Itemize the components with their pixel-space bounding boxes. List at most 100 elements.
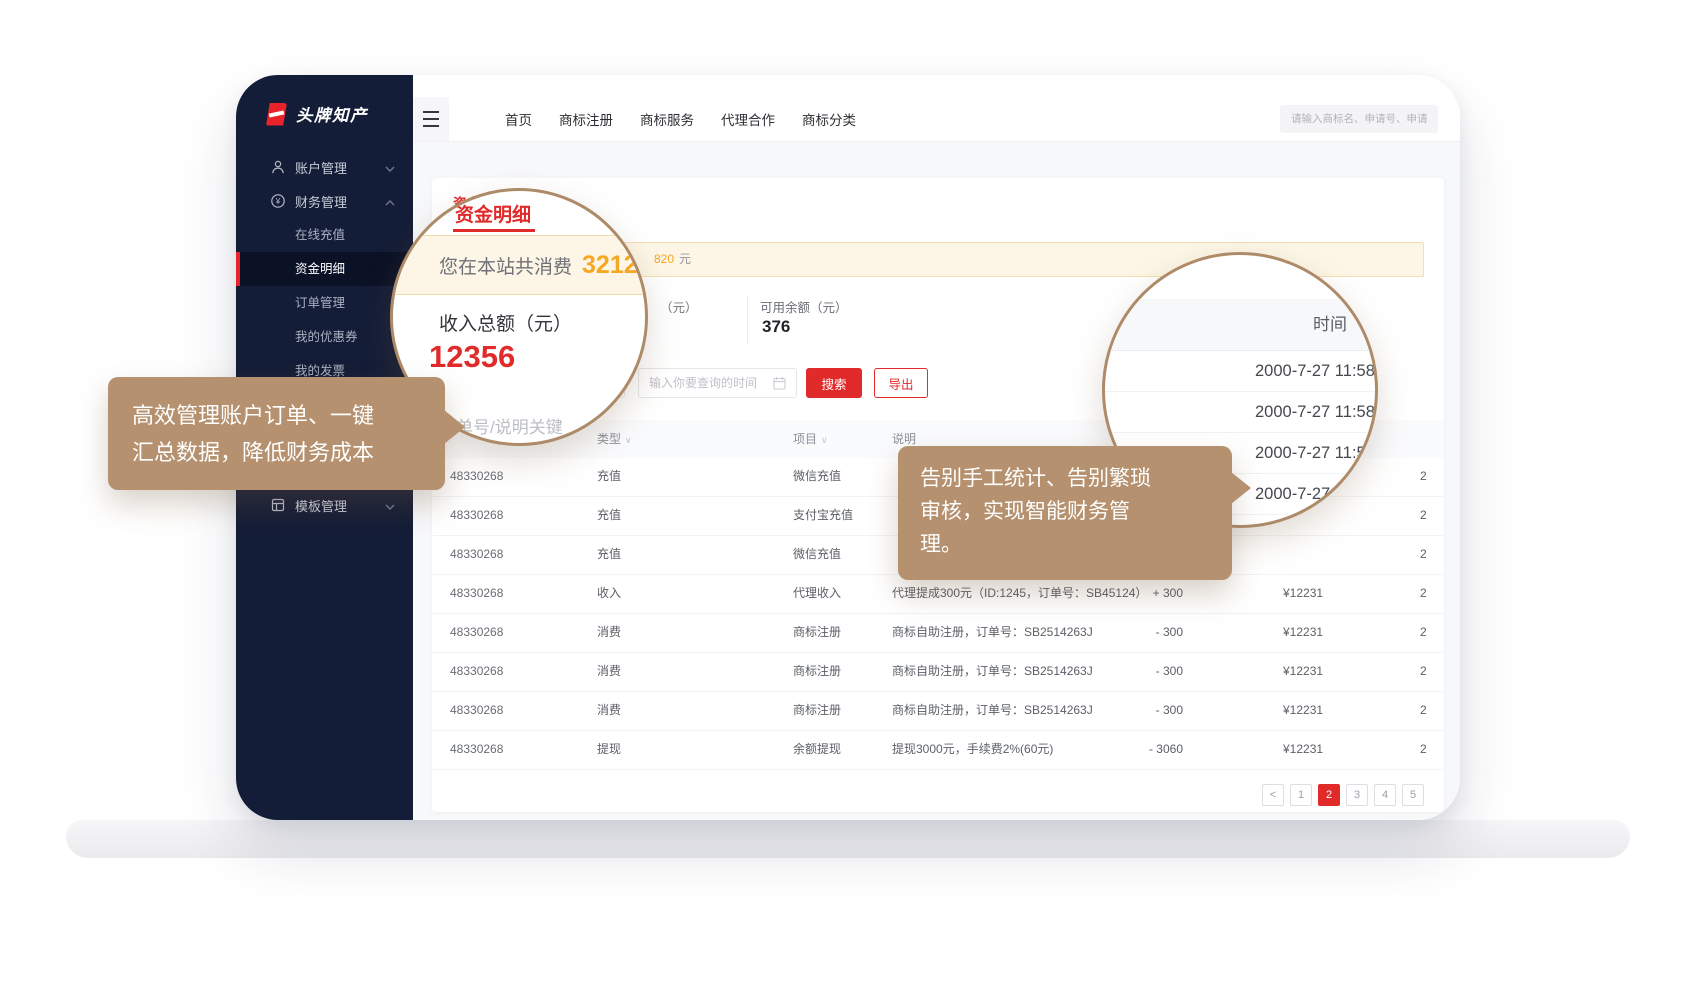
sidebar-item-template[interactable]: 模板管理 [236, 488, 413, 522]
stats-divider [747, 296, 748, 344]
sidebar-item-label: 账户管理 [295, 158, 347, 177]
column-header[interactable]: 类型∨ [597, 420, 632, 459]
callout-line: 汇总数据，降低财务成本 [132, 434, 445, 471]
magnified-time-cell: 2000-7-27 11:58:03 [1105, 351, 1378, 392]
sidebar-item-finance[interactable]: ¥ 财务管理 [236, 184, 413, 218]
sidebar-subitem-item[interactable]: 订单管理 [236, 286, 413, 320]
cell-order: 48330268 [450, 575, 503, 612]
header-search-input[interactable] [1280, 105, 1438, 133]
cell-project: 商标注册 [793, 692, 841, 729]
topnav-links: 首页 商标注册 商标服务 代理合作 商标分类 [505, 109, 883, 129]
table-row: 48330268消费商标注册商标自助注册，订单号：SB2514263J- 300… [432, 692, 1444, 731]
sidebar-item-label: 财务管理 [295, 192, 347, 211]
cell-project: 余额提现 [793, 731, 841, 768]
magnified-time-header: 时间 [1105, 299, 1378, 351]
page-button[interactable]: 5 [1402, 784, 1424, 806]
cell-amount: - 300 [1072, 614, 1183, 651]
cell-balance: ¥12231 [1283, 653, 1323, 690]
cell-order: 48330268 [450, 731, 503, 768]
cell-time: 2 [1420, 536, 1427, 573]
laptop-base [66, 820, 1630, 858]
nav-item[interactable]: 商标注册 [559, 109, 613, 129]
cell-time: 2 [1420, 458, 1427, 495]
callout-line: 高效管理账户订单、一键 [132, 397, 445, 434]
magnified-tab-underline [453, 229, 535, 232]
cell-type: 充值 [597, 458, 621, 495]
page-prev-button[interactable]: < [1262, 784, 1284, 806]
callout-line: 告别手工统计、告别繁琐 [920, 462, 1232, 495]
cell-type: 消费 [597, 653, 621, 690]
brand-logo[interactable]: 头牌知产 [266, 102, 368, 126]
calendar-icon[interactable] [773, 376, 786, 390]
cell-project: 代理收入 [793, 575, 841, 612]
sidebar-item-account[interactable]: 账户管理 [236, 150, 413, 184]
cell-type: 消费 [597, 692, 621, 729]
cell-desc: 商标自助注册，订单号：SB2514263J [892, 692, 1093, 729]
nav-item[interactable]: 商标服务 [640, 109, 694, 129]
chevron-down-icon [385, 160, 395, 175]
hamburger-icon [423, 111, 439, 127]
sidebar-item-label: 模板管理 [295, 496, 347, 515]
banner-tail-number: 820 [654, 243, 674, 276]
cell-amount: - 3060 [1072, 731, 1183, 768]
cell-time: 2 [1420, 614, 1427, 651]
cell-time: 2 [1420, 692, 1427, 729]
cell-project: 微信充值 [793, 458, 841, 495]
svg-text:¥: ¥ [275, 197, 281, 206]
magnified-income-label: 收入总额（元） [439, 309, 572, 336]
magnified-time-cell: 2000-7-27 11:58:03 [1105, 392, 1378, 433]
cell-type: 消费 [597, 614, 621, 651]
table-row: 48330268提现余额提现提现3000元，手续费2%(60元)- 3060¥1… [432, 731, 1444, 770]
logo-icon [266, 103, 287, 126]
page-button[interactable]: 1 [1290, 784, 1312, 806]
cell-project: 商标注册 [793, 614, 841, 651]
cell-desc: 提现3000元，手续费2%(60元) [892, 731, 1053, 768]
magnified-tab-label: 资金明细 [455, 200, 531, 227]
template-icon [270, 497, 286, 513]
banner-tail-unit: 元 [679, 243, 691, 276]
finance-icon: ¥ [270, 193, 286, 209]
magnified-banner-prefix: 您在本站共消费 [439, 252, 572, 279]
page-button[interactable]: 4 [1374, 784, 1396, 806]
search-button[interactable]: 搜索 [806, 368, 862, 398]
cell-time: 2 [1420, 653, 1427, 690]
magnified-banner-amount: 32124 [582, 251, 648, 280]
table-row: 48330268消费商标注册商标自助注册，订单号：SB2514263J- 300… [432, 614, 1444, 653]
nav-item[interactable]: 商标分类 [802, 109, 856, 129]
cell-balance: ¥12231 [1283, 575, 1323, 612]
cell-order: 48330268 [450, 536, 503, 573]
callout-smart-finance: 告别手工统计、告别繁琐审核，实现智能财务管理。 [898, 446, 1232, 580]
sidebar-menu-bottom: 模板管理 [236, 488, 413, 522]
sidebar-subitem-active[interactable]: 资金明细 [236, 252, 413, 286]
sidebar-subitem-item[interactable]: 在线充值 [236, 218, 413, 252]
cell-desc: 商标自助注册，订单号：SB2514263J [892, 614, 1093, 651]
cell-time: 2 [1420, 731, 1427, 768]
cell-type: 充值 [597, 536, 621, 573]
page-button[interactable]: 2 [1318, 784, 1340, 806]
cell-order: 48330268 [450, 653, 503, 690]
table-row: 48330268消费商标注册商标自助注册，订单号：SB2514263J- 300… [432, 653, 1444, 692]
table-row: 48330268收入代理收入代理提成300元（ID:1245，订单号：SB451… [432, 575, 1444, 614]
sidebar-subitem-item[interactable]: 我的优惠券 [236, 320, 413, 354]
chevron-up-icon [385, 194, 395, 209]
column-header[interactable]: 项目∨ [793, 420, 828, 459]
cell-project: 微信充值 [793, 536, 841, 573]
nav-item[interactable]: 首页 [505, 109, 532, 129]
cell-balance: ¥12231 [1283, 692, 1323, 729]
export-button[interactable]: 导出 [874, 368, 928, 398]
menu-button[interactable] [413, 97, 449, 141]
nav-item[interactable]: 代理合作 [721, 109, 775, 129]
cell-order: 48330268 [450, 458, 503, 495]
cell-balance: ¥12231 [1283, 614, 1323, 651]
available-balance-value: 376 [762, 317, 790, 337]
available-balance-label: 可用余额（元） [760, 297, 848, 316]
expense-label-remnant: （元） [660, 297, 698, 316]
page-button[interactable]: 3 [1346, 784, 1368, 806]
cell-time: 2 [1420, 575, 1427, 612]
cell-amount: - 300 [1072, 653, 1183, 690]
magnified-income-value: 12356 [429, 339, 515, 375]
topnav: 首页 商标注册 商标服务 代理合作 商标分类 [413, 97, 1460, 142]
magnified-banner: 您在本站共消费 32124 [390, 235, 648, 295]
sort-chevron-icon: ∨ [625, 435, 632, 445]
banner-amount-tail: 820 元 [654, 243, 691, 276]
